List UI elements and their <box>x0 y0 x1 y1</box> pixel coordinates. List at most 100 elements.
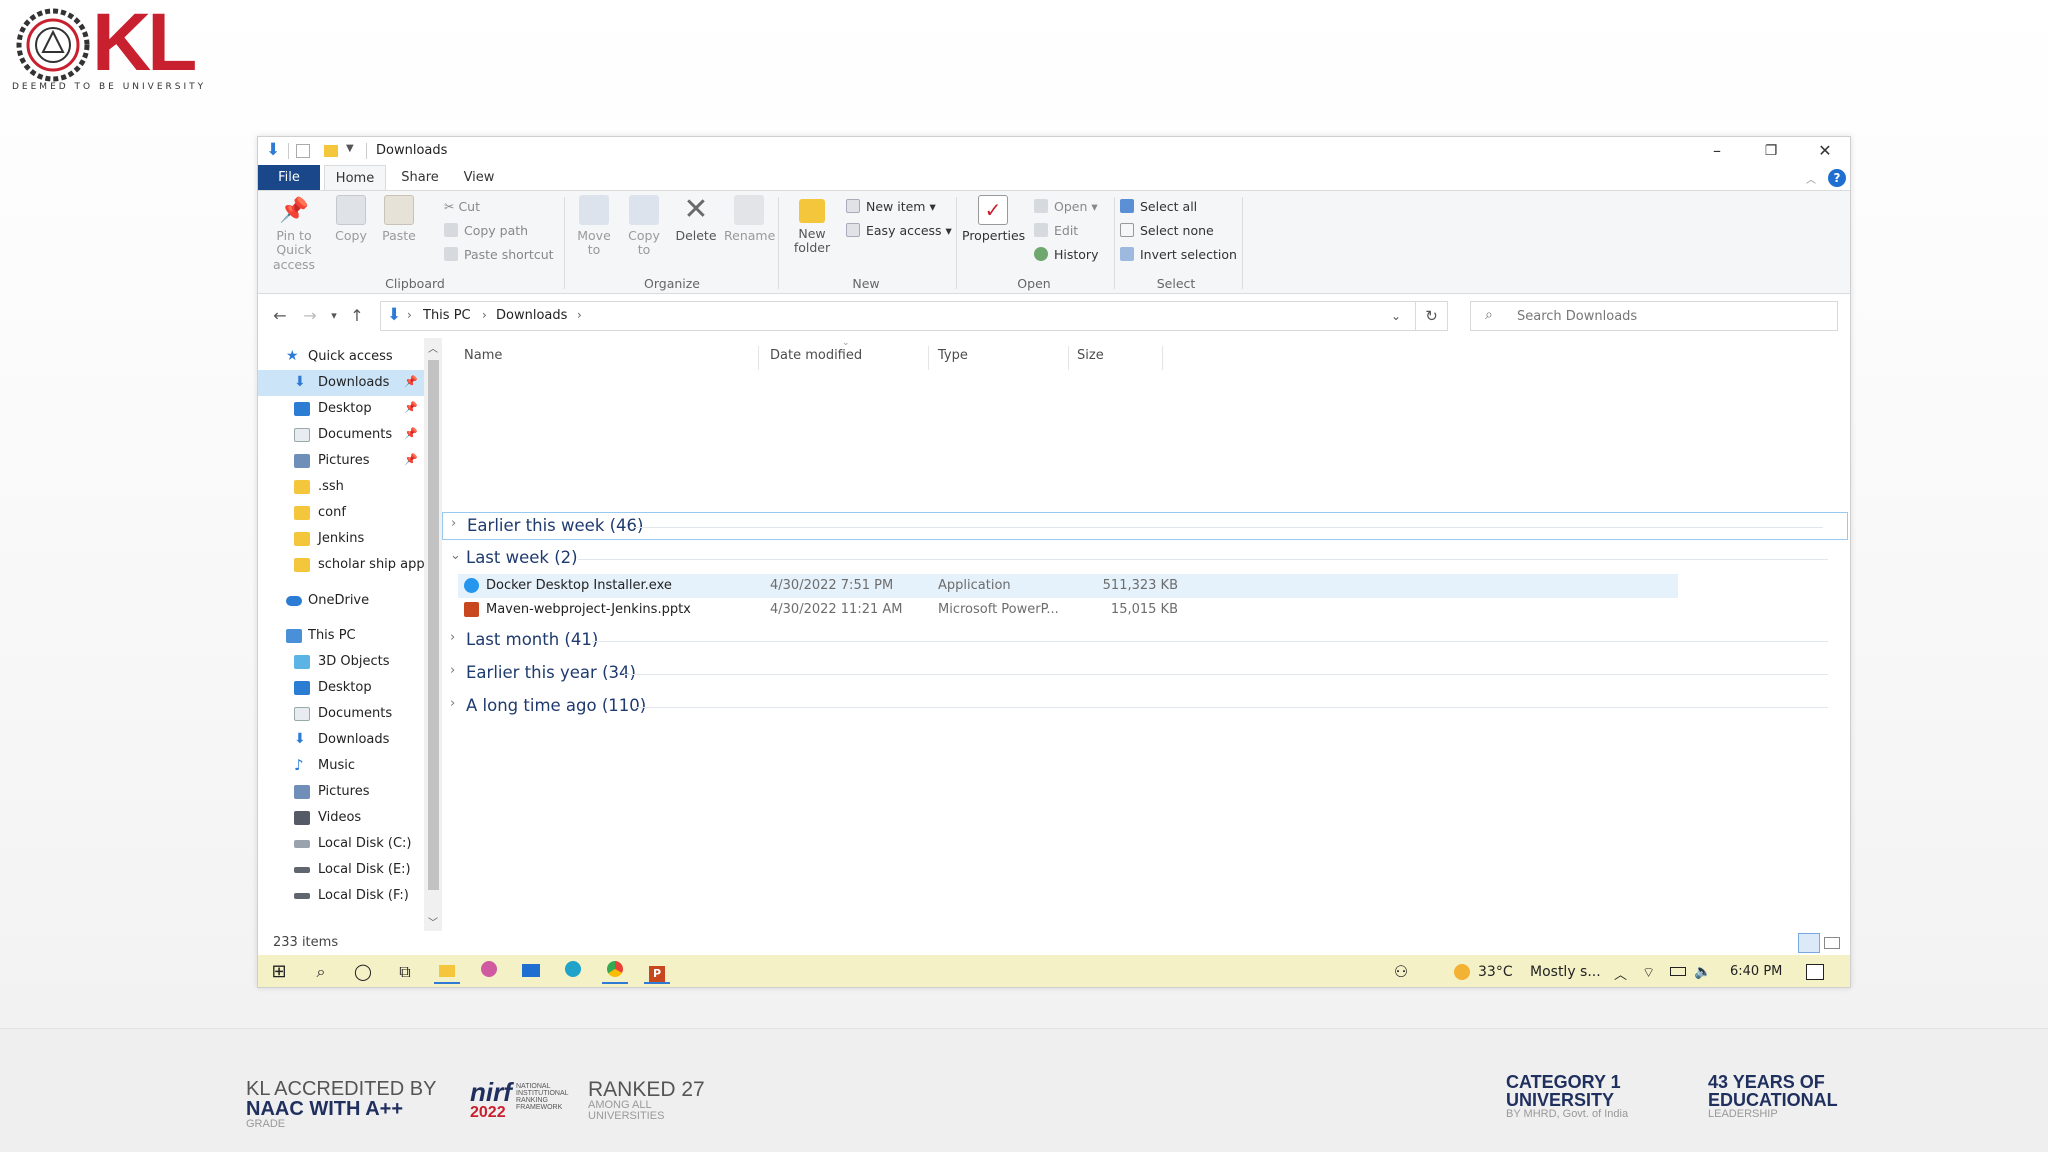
move-to-button[interactable]: Move to <box>570 195 618 258</box>
task-view-icon[interactable]: ⧉ <box>392 960 418 984</box>
scroll-thumb[interactable] <box>428 360 439 890</box>
nav-pc-local-disk-e[interactable]: Local Disk (E:) <box>258 857 424 883</box>
address-bar[interactable]: ⬇ › This PC › Downloads › ⌄ <box>380 301 1416 331</box>
new-item-button[interactable]: New item ▾ <box>846 199 936 214</box>
close-button[interactable]: ✕ <box>1802 137 1848 165</box>
nav-quick-scholarship[interactable]: scholar ship app <box>258 552 425 578</box>
copy-to-button[interactable]: Copy to <box>620 195 668 258</box>
properties-button[interactable]: ✓ Properties <box>962 195 1025 243</box>
refresh-icon[interactable]: ↻ <box>1416 301 1448 331</box>
nav-onedrive[interactable]: OneDrive <box>258 588 424 614</box>
cut-button[interactable]: ✂ Cut <box>444 199 480 214</box>
column-separator[interactable] <box>758 346 759 370</box>
new-folder-button[interactable]: New folder <box>784 195 840 256</box>
windows-start-icon[interactable]: ⊞ <box>266 960 292 984</box>
file-row-maven[interactable]: Maven-webproject-Jenkins.pptx 4/30/2022 … <box>458 598 1678 622</box>
nav-quick-documents[interactable]: Documents 📌 <box>258 422 424 448</box>
paste-shortcut-button[interactable]: Paste shortcut <box>444 247 554 262</box>
tab-share[interactable]: Share <box>392 165 448 190</box>
nav-quick-ssh[interactable]: .ssh <box>258 474 424 500</box>
search-box[interactable]: ⌕ Search Downloads <box>1470 301 1838 331</box>
show-hidden-icons-icon[interactable]: ︿ <box>1614 964 1627 983</box>
breadcrumb-this-pc[interactable]: This PC <box>423 308 471 323</box>
quick-access-dropdown-icon[interactable]: ▼ <box>346 143 354 154</box>
volume-icon[interactable]: 🔈 <box>1694 964 1711 980</box>
easy-access-button[interactable]: Easy access ▾ <box>846 223 952 238</box>
weather-condition[interactable]: Mostly s... <box>1530 964 1601 980</box>
collapse-ribbon-icon[interactable]: ︿ <box>1806 171 1816 186</box>
file-row-docker[interactable]: Docker Desktop Installer.exe 4/30/2022 7… <box>458 574 1678 598</box>
copy-button[interactable]: Copy <box>328 195 374 243</box>
properties-check-icon[interactable] <box>296 144 310 158</box>
open-button[interactable]: Open ▾ <box>1034 199 1098 214</box>
details-view-icon[interactable] <box>1798 933 1820 953</box>
nav-pc-pictures[interactable]: Pictures <box>258 779 424 805</box>
invert-selection-button[interactable]: Invert selection <box>1120 247 1237 262</box>
search-icon[interactable]: ⌕ <box>308 960 334 984</box>
nav-quick-access[interactable]: ★ Quick access <box>258 344 424 370</box>
battery-icon[interactable] <box>1670 967 1686 976</box>
column-separator[interactable] <box>1068 346 1069 370</box>
help-icon[interactable]: ? <box>1828 169 1846 187</box>
cortana-icon[interactable]: ◯ <box>350 960 376 984</box>
recent-locations-icon[interactable]: ▾ <box>323 309 345 322</box>
app-pink-circle-icon[interactable] <box>476 960 502 984</box>
column-size[interactable]: Size <box>1077 348 1104 363</box>
file-explorer-taskbar-icon[interactable] <box>434 960 460 984</box>
people-icon[interactable]: ⚇ <box>1388 960 1414 984</box>
group-earlier-this-week-row[interactable]: › Earlier this week (46) <box>442 512 1848 540</box>
downloads-arrow-icon[interactable]: ⬇ <box>266 140 280 160</box>
rename-button[interactable]: Rename <box>724 195 775 243</box>
scroll-up-icon[interactable]: ︿ <box>428 340 438 355</box>
edge-browser-icon[interactable] <box>560 960 586 984</box>
nav-pc-desktop[interactable]: Desktop <box>258 675 424 701</box>
nav-scrollbar[interactable]: ︿ ﹀ <box>424 338 442 931</box>
nav-pc-documents[interactable]: Documents <box>258 701 424 727</box>
address-dropdown-icon[interactable]: ⌄ <box>1391 309 1401 323</box>
history-button[interactable]: History <box>1034 247 1098 262</box>
wifi-icon[interactable]: ⌔ <box>1642 964 1655 982</box>
pin-quick-access-button[interactable]: 📌 Pin to Quick access <box>262 195 326 272</box>
nav-pc-3d-objects[interactable]: 3D Objects <box>258 649 424 675</box>
nav-pc-videos[interactable]: Videos <box>258 805 424 831</box>
weather-sun-icon[interactable] <box>1454 964 1470 980</box>
tab-file[interactable]: File <box>258 165 320 190</box>
edit-button[interactable]: Edit <box>1034 223 1078 238</box>
delete-button[interactable]: ✕ Delete <box>672 195 720 243</box>
chrome-browser-icon[interactable] <box>602 960 628 984</box>
select-none-button[interactable]: Select none <box>1120 223 1214 238</box>
new-folder-quick-icon[interactable] <box>324 145 338 157</box>
nav-pc-music[interactable]: ♪ Music <box>258 753 424 779</box>
nav-quick-conf[interactable]: conf <box>258 500 424 526</box>
tab-home[interactable]: Home <box>324 165 386 190</box>
column-date-modified[interactable]: Date modified <box>770 348 862 363</box>
search-input[interactable]: Search Downloads <box>1517 309 1637 324</box>
column-separator[interactable] <box>928 346 929 370</box>
mail-icon[interactable] <box>518 960 544 984</box>
copy-path-button[interactable]: Copy path <box>444 223 528 238</box>
nav-pc-local-disk-c[interactable]: Local Disk (C:) <box>258 831 424 857</box>
nav-quick-desktop[interactable]: Desktop 📌 <box>258 396 424 422</box>
back-arrow-icon[interactable]: ← <box>269 306 291 325</box>
column-type[interactable]: Type <box>938 348 968 363</box>
group-earlier-this-year[interactable]: › Earlier this year (34) <box>442 660 1848 688</box>
large-icons-view-icon[interactable] <box>1824 937 1840 949</box>
tab-view[interactable]: View <box>454 165 504 190</box>
powerpoint-taskbar-icon[interactable]: P <box>644 960 670 984</box>
nav-quick-pictures[interactable]: Pictures 📌 <box>258 448 424 474</box>
forward-arrow-icon[interactable]: → <box>299 306 321 325</box>
select-all-button[interactable]: Select all <box>1120 199 1197 214</box>
group-last-week[interactable]: ⌄ Last week (2) <box>442 545 1848 573</box>
nav-this-pc[interactable]: This PC <box>258 623 424 649</box>
clock-time[interactable]: 6:40 PM <box>1730 964 1782 979</box>
nav-quick-jenkins[interactable]: Jenkins <box>258 526 424 552</box>
weather-temperature[interactable]: 33°C <box>1478 964 1513 980</box>
group-last-month[interactable]: › Last month (41) <box>442 627 1848 655</box>
column-name[interactable]: Name <box>464 348 502 363</box>
nav-pc-local-disk-f[interactable]: Local Disk (F:) <box>258 883 424 909</box>
scroll-down-icon[interactable]: ﹀ <box>428 914 438 929</box>
column-separator[interactable] <box>1162 346 1163 370</box>
paste-button[interactable]: Paste <box>376 195 422 243</box>
up-arrow-icon[interactable]: ↑ <box>346 306 368 325</box>
breadcrumb-downloads[interactable]: Downloads <box>496 308 567 323</box>
